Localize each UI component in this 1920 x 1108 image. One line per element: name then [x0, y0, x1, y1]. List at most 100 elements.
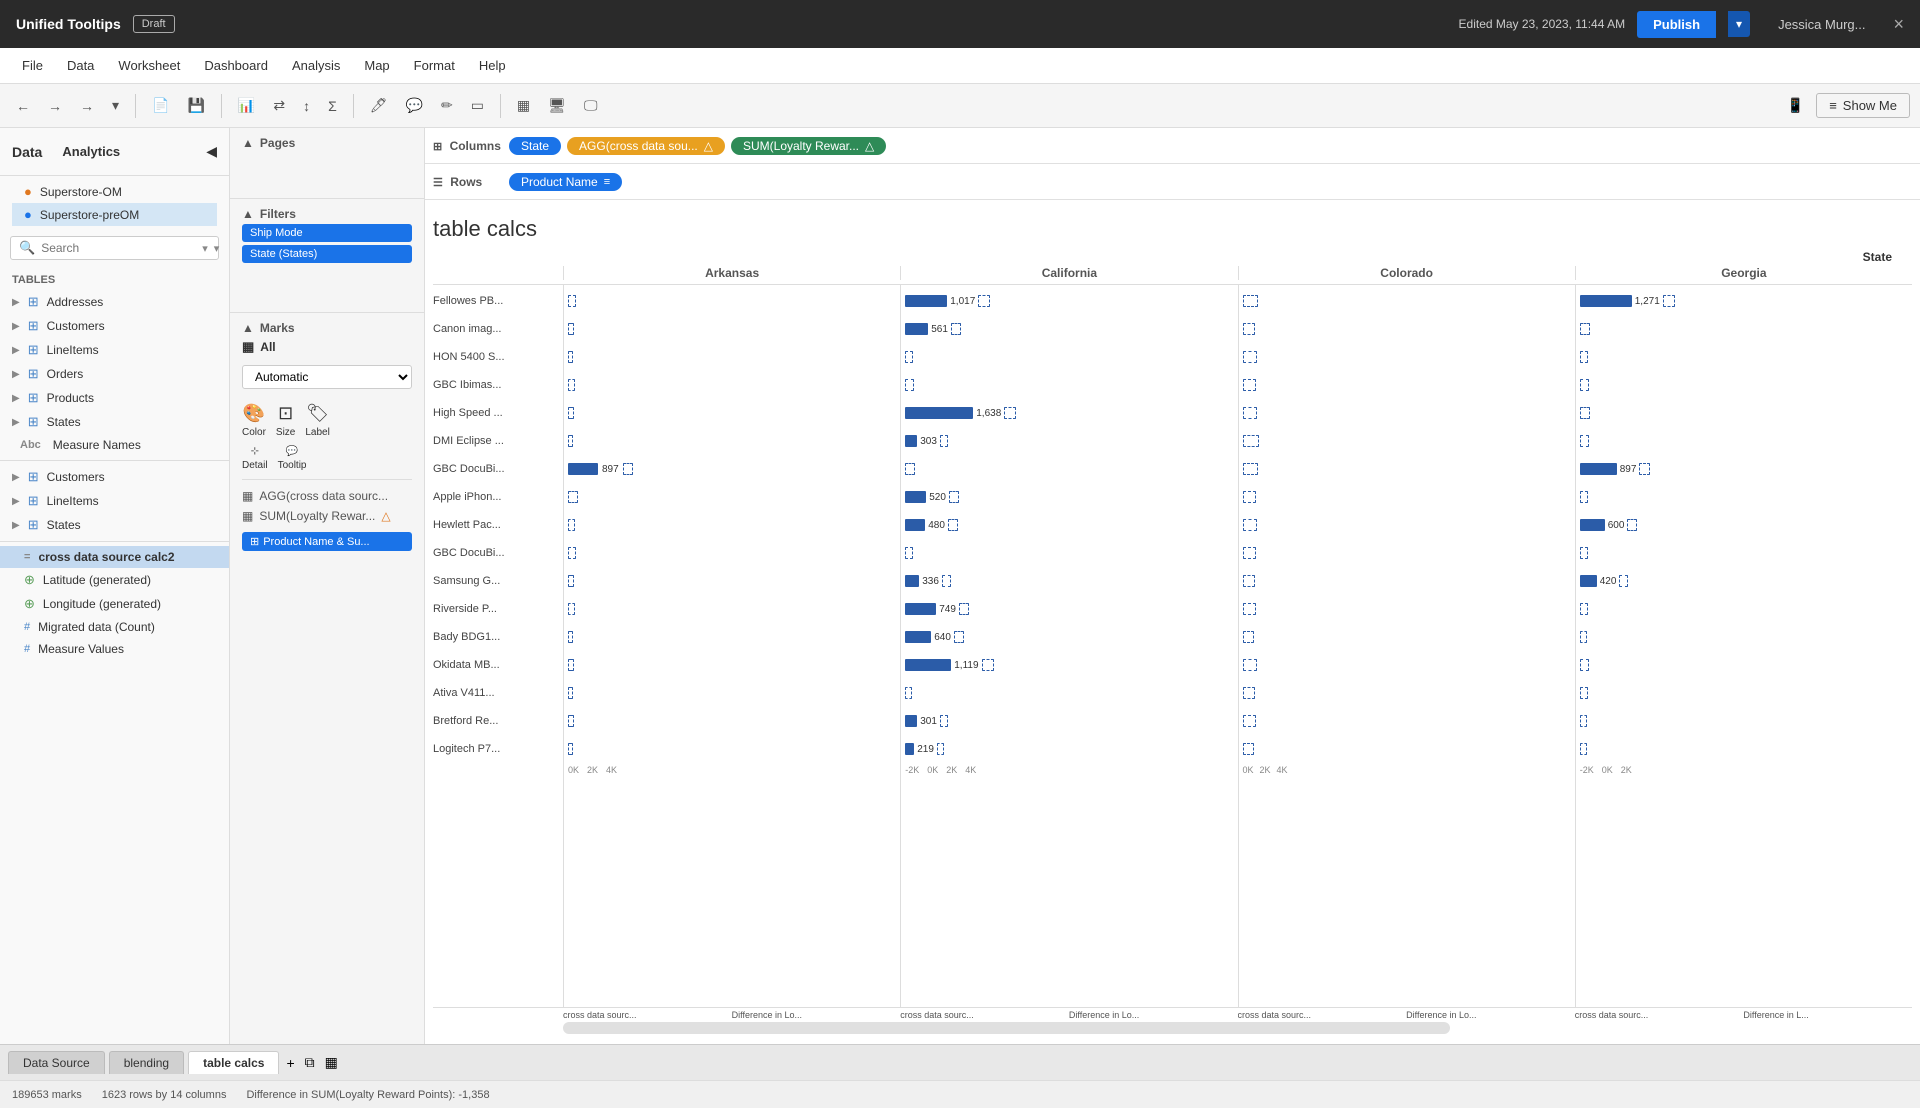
table-customers2[interactable]: ▶ ⊞ Customers [0, 465, 229, 489]
bar-row [1580, 735, 1908, 763]
save-button[interactable]: 💾 [181, 93, 210, 118]
collapse-icon[interactable]: ◀ [206, 143, 217, 160]
dashed-bar [1243, 603, 1256, 615]
table-products[interactable]: ▶ ⊞ Products [0, 386, 229, 410]
menu-worksheet[interactable]: Worksheet [108, 54, 190, 77]
tab-data-source[interactable]: Data Source [8, 1051, 105, 1074]
marks-all[interactable]: ▦ All [242, 335, 412, 359]
tooltip-control[interactable]: 💬 Tooltip [278, 446, 307, 471]
draft-badge: Draft [133, 15, 175, 33]
chart-type-button[interactable]: 📊 [232, 93, 261, 118]
solid-bar [905, 519, 925, 531]
solid-bar [905, 407, 973, 419]
pages-title[interactable]: ▲ Pages [242, 136, 412, 150]
label-control[interactable]: 🏷 Label [305, 403, 329, 438]
tab-blending[interactable]: blending [109, 1051, 184, 1074]
bar-chart-button[interactable]: ▦ [511, 93, 536, 118]
filter-state[interactable]: State (States) [242, 245, 412, 263]
menu-map[interactable]: Map [354, 54, 399, 77]
table-addresses[interactable]: ▶ ⊞ Addresses [0, 290, 229, 314]
analytics-tab[interactable]: Analytics [50, 136, 198, 167]
datasource-om[interactable]: ● Superstore-OM [12, 180, 217, 203]
table-lineitems2[interactable]: ▶ ⊞ LineItems [0, 489, 229, 513]
columns-sum-pill[interactable]: SUM(Loyalty Rewar... △ [731, 137, 886, 155]
table-measure-names[interactable]: Abc Measure Names [0, 434, 229, 456]
globe-icon: ⊕ [24, 572, 35, 588]
table-icon: ⊞ [28, 390, 39, 406]
filters-title[interactable]: ▲ Filters [242, 207, 412, 221]
dropdown-button[interactable]: ▾ [106, 93, 125, 118]
horizontal-scrollbar[interactable] [563, 1022, 1450, 1034]
table-lineitems[interactable]: ▶ ⊞ LineItems [0, 338, 229, 362]
duplicate-sheet-btn[interactable]: ⧉ [302, 1051, 318, 1074]
dashed-bar [1243, 295, 1258, 307]
ax: 0K [1243, 765, 1254, 775]
table-orders[interactable]: ▶ ⊞ Orders [0, 362, 229, 386]
publish-button[interactable]: Publish [1637, 11, 1716, 38]
new-sheet-icon-btn[interactable]: + [283, 1052, 297, 1074]
annotation-button[interactable]: ✏ [435, 93, 459, 118]
present-button[interactable]: 🖵 [578, 93, 604, 118]
forward2-button[interactable]: → [74, 94, 100, 118]
menu-data[interactable]: Data [57, 54, 104, 77]
search-input[interactable] [41, 241, 196, 255]
calc-latitude[interactable]: ⊕ Latitude (generated) [0, 568, 229, 592]
calc-longitude[interactable]: ⊕ Longitude (generated) [0, 592, 229, 616]
publish-dropdown-button[interactable]: ▾ [1728, 11, 1750, 37]
swap-button[interactable]: ⇄ [267, 93, 291, 118]
detail-control[interactable]: ⊹ Detail [242, 446, 268, 471]
datasource-preom[interactable]: ● Superstore-preOM [12, 203, 217, 226]
map-button[interactable]: 🖥 [542, 93, 572, 118]
search-options-icon[interactable]: ▾ [214, 242, 220, 255]
solid-bar [905, 715, 917, 727]
menu-file[interactable]: File [12, 54, 53, 77]
filter-ship-mode[interactable]: Ship Mode [242, 224, 412, 242]
product-name-row: Bady BDG1... [433, 623, 563, 651]
new-sheet-button[interactable]: 📄 [146, 93, 175, 118]
layout-button[interactable]: ▭ [465, 93, 490, 118]
menu-analysis[interactable]: Analysis [282, 54, 350, 77]
sum-button[interactable]: Σ [322, 94, 343, 118]
calc-migrated[interactable]: # Migrated data (Count) [0, 616, 229, 638]
bar-row [1243, 735, 1571, 763]
toolbar-separator2 [221, 94, 222, 118]
search-icon: 🔍 [19, 240, 35, 256]
table-states[interactable]: ▶ ⊞ States [0, 410, 229, 434]
product-chip[interactable]: ⊞ Product Name & Su... [242, 532, 412, 551]
columns-state-pill[interactable]: State [509, 137, 561, 155]
dashed-bar [623, 463, 633, 475]
filter-icon[interactable]: ▾ [202, 242, 208, 255]
tooltip-button[interactable]: 💬 [400, 93, 429, 118]
menu-help[interactable]: Help [469, 54, 516, 77]
bar-row [905, 679, 1233, 707]
marks-item-sum[interactable]: ▦ SUM(Loyalty Rewar... △ [242, 506, 412, 526]
bar-value: 1,119 [954, 660, 978, 671]
calc-measure-values[interactable]: # Measure Values [0, 638, 229, 660]
close-button[interactable]: × [1893, 14, 1904, 35]
highlight-button[interactable]: 🖊 [364, 93, 394, 118]
table-states2[interactable]: ▶ ⊞ States [0, 513, 229, 537]
show-me-button[interactable]: ≡ Show Me [1816, 93, 1910, 118]
marks-type-select[interactable]: Automatic [242, 365, 412, 389]
dashed-bar [1580, 631, 1587, 643]
dashed-bar [1243, 631, 1254, 643]
sort-button[interactable]: ↕ [297, 94, 316, 118]
color-control[interactable]: 🎨 Color [242, 403, 266, 438]
columns-agg-pill[interactable]: AGG(cross data sou... △ [567, 137, 725, 155]
forward-button[interactable]: → [42, 94, 68, 118]
menu-dashboard[interactable]: Dashboard [194, 54, 278, 77]
expand-icon: ▶ [12, 369, 20, 380]
marks-item-agg[interactable]: ▦ AGG(cross data sourc... [242, 486, 412, 506]
rows-product-pill[interactable]: Product Name ≡ [509, 173, 622, 191]
data-header: Data Analytics ◀ [0, 128, 229, 176]
device-button[interactable]: 📱 [1781, 93, 1810, 118]
size-control[interactable]: ⊡ Size [276, 403, 295, 438]
bar-value: 897 [1620, 464, 1637, 475]
calc-cross-data[interactable]: = cross data source calc2 [0, 546, 229, 568]
back-button[interactable]: ← [10, 94, 36, 118]
sheet-options-btn[interactable]: ▦ [322, 1051, 341, 1074]
table-customers[interactable]: ▶ ⊞ Customers [0, 314, 229, 338]
tab-table-calcs[interactable]: table calcs [188, 1051, 279, 1074]
menu-format[interactable]: Format [404, 54, 465, 77]
bar-row [1243, 651, 1571, 679]
